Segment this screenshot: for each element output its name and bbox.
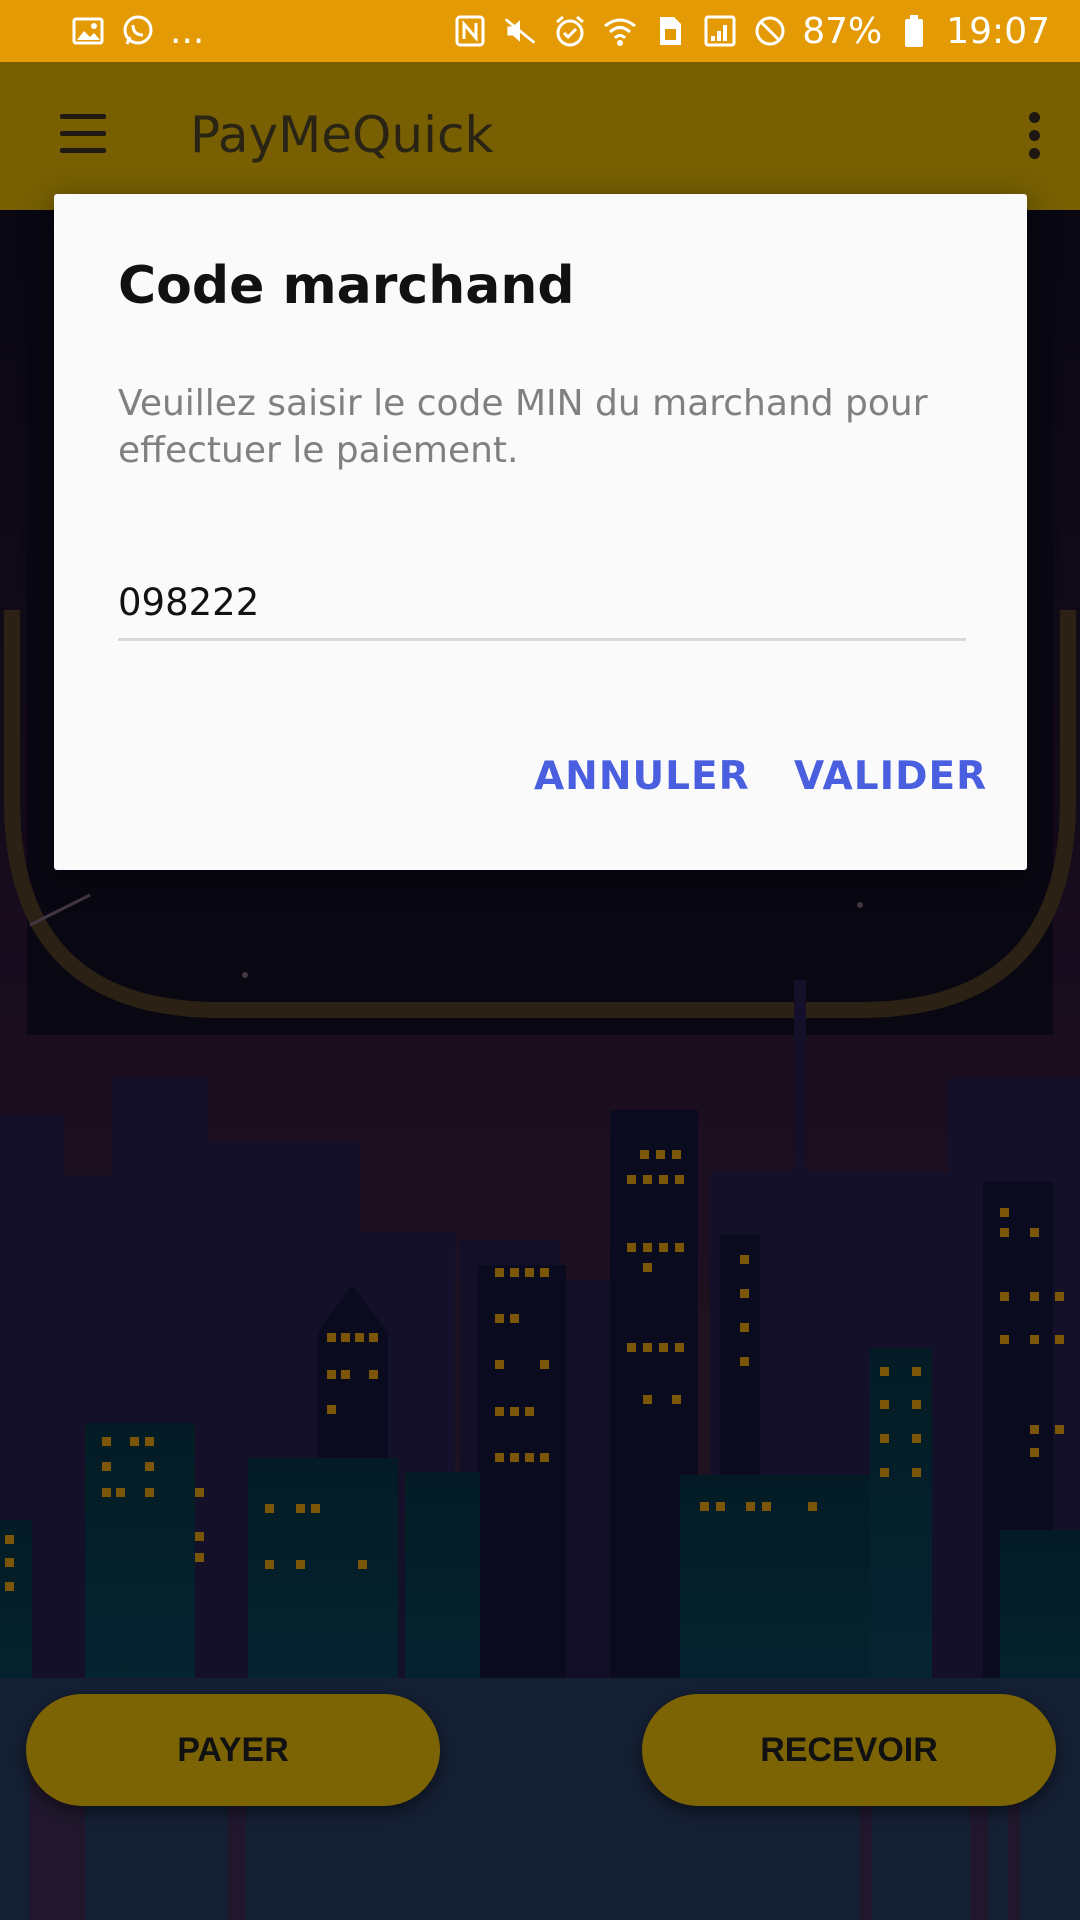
merchant-code-dialog: Code marchand Veuillez saisir le code MI…: [54, 194, 1027, 870]
pay-button[interactable]: PAYER: [26, 1694, 440, 1806]
dialog-message: Veuillez saisir le code MIN du marchand …: [118, 383, 928, 471]
signal-icon: [702, 13, 738, 49]
wifi-icon: [602, 13, 638, 49]
more-vertical-icon[interactable]: [1022, 110, 1046, 162]
do-not-disturb-icon: [752, 13, 788, 49]
hamburger-menu-icon[interactable]: [56, 112, 110, 156]
dialog-title: Code marchand: [118, 256, 575, 316]
merchant-code-input[interactable]: [118, 566, 966, 641]
nfc-icon: [452, 13, 488, 49]
status-bar-right: 87% 19:07: [452, 11, 1080, 52]
validate-button[interactable]: VALIDER: [794, 754, 987, 799]
cancel-button[interactable]: ANNULER: [534, 754, 750, 799]
status-bar-left: ...: [0, 11, 204, 52]
receive-button[interactable]: RECEVOIR: [642, 1694, 1056, 1806]
app-title: PayMeQuick: [190, 106, 494, 164]
app-bar: PayMeQuick: [0, 62, 1080, 210]
sim-icon: [652, 13, 688, 49]
mute-icon: [502, 13, 538, 49]
status-bar: ... 87% 19:07: [0, 0, 1080, 62]
gallery-icon: [70, 13, 106, 49]
alarm-icon: [552, 13, 588, 49]
status-ellipsis: ...: [170, 10, 205, 52]
whatsapp-icon: [120, 13, 156, 49]
status-time: 19:07: [946, 10, 1050, 52]
battery-icon: [896, 13, 932, 49]
battery-percent: 87%: [802, 10, 883, 52]
